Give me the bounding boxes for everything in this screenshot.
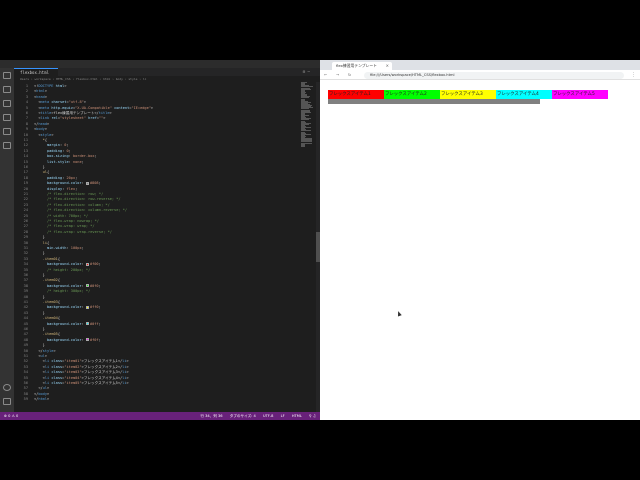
browser-tab-title: flex練習用テンプレート	[336, 63, 377, 68]
color-swatch-icon[interactable]	[85, 262, 89, 266]
status-indent[interactable]: タブのサイズ: 4	[230, 414, 256, 418]
browser-window: flex練習用テンプレート × ← → ↻ file:///Users/work…	[320, 60, 640, 420]
color-swatch-icon[interactable]	[85, 305, 89, 309]
flex-item-2: フレックスアイテム2	[384, 90, 440, 99]
address-bar[interactable]: file:///Users/workspace/HTML_CSS/flexbox…	[364, 71, 624, 79]
flex-item-1: フレックスアイテム1	[328, 90, 384, 99]
remote-icon[interactable]	[3, 142, 11, 149]
settings-gear-icon[interactable]	[3, 398, 11, 405]
browser-tab[interactable]: flex練習用テンプレート ×	[332, 62, 392, 70]
editor-tab-bar: flexbox.html ⊟ ⋯	[14, 68, 320, 76]
line-number: 59	[23, 397, 28, 402]
minimap[interactable]	[300, 82, 314, 152]
color-swatch-icon[interactable]	[85, 322, 89, 326]
color-swatch-icon[interactable]	[85, 181, 89, 185]
page-viewport: フレックスアイテム1 フレックスアイテム2 フレックスアイテム3 フレックスアイテム4…	[320, 80, 640, 420]
activity-bar	[0, 68, 14, 412]
editor-tab-label: flexbox.html	[20, 70, 49, 75]
status-language[interactable]: HTML	[292, 414, 302, 418]
status-eol[interactable]: LF	[281, 414, 285, 418]
desktop-screen: flexbox.html ⊟ ⋯ Users › workspace › HTM…	[0, 60, 640, 420]
flex-item-3: フレックスアイテム3	[440, 90, 496, 99]
browser-toolbar: ← → ↻ file:///Users/workspace/HTML_CSS/f…	[320, 70, 640, 80]
code-line[interactable]: 59 </html>	[14, 397, 320, 402]
account-icon[interactable]	[3, 384, 11, 391]
tab-close-icon[interactable]: ×	[386, 62, 389, 70]
status-problems[interactable]: ⊗ 0 ⚠ 0	[4, 412, 18, 420]
run-debug-icon[interactable]	[3, 114, 11, 121]
extensions-icon[interactable]	[3, 128, 11, 135]
forward-arrow-icon[interactable]: →	[336, 71, 339, 79]
flex-item-5: フレックスアイテム5	[552, 90, 608, 99]
reload-icon[interactable]: ↻	[348, 71, 351, 79]
status-encoding[interactable]: UTF-8	[263, 414, 273, 418]
status-right-group: 行 34、列 36 タブのサイズ: 4 UTF-8 LF HTML ⚲ ♫	[194, 412, 316, 420]
status-extras[interactable]: ⚲ ♫	[309, 414, 316, 418]
back-arrow-icon[interactable]: ←	[324, 71, 327, 79]
minimap-line	[301, 145, 306, 147]
browser-menu-icon[interactable]: ⋮	[631, 71, 636, 79]
editor-tab-active[interactable]: flexbox.html	[14, 68, 58, 76]
flex-item-4: フレックスアイテム4	[496, 90, 552, 99]
flex-row: フレックスアイテム1 フレックスアイテム2 フレックスアイテム3 フレックスアイテム4…	[328, 90, 608, 99]
search-icon[interactable]	[3, 86, 11, 93]
status-bar: ⊗ 0 ⚠ 0 行 34、列 36 タブのサイズ: 4 UTF-8 LF HTM…	[0, 412, 320, 420]
browser-tab-strip: flex練習用テンプレート ×	[320, 60, 640, 70]
mouse-cursor-icon	[396, 310, 402, 317]
color-swatch-icon[interactable]	[85, 284, 89, 288]
code-text: </html>	[34, 397, 50, 402]
explorer-icon[interactable]	[3, 72, 11, 79]
editor-actions[interactable]: ⊟ ⋯	[303, 69, 310, 75]
source-control-icon[interactable]	[3, 100, 11, 107]
code-editor[interactable]: 1 <!DOCTYPE html> 2 <html> 3 <head> 4 <meta ch…	[14, 82, 320, 412]
color-swatch-icon[interactable]	[85, 338, 89, 342]
status-cursor-position[interactable]: 行 34、列 36	[200, 414, 222, 418]
vscode-title-bar	[0, 60, 320, 68]
vscode-window: flexbox.html ⊟ ⋯ Users › workspace › HTM…	[0, 60, 320, 420]
flex-container: フレックスアイテム1 フレックスアイテム2 フレックスアイテム3 フレックスアイテム4…	[328, 90, 608, 104]
